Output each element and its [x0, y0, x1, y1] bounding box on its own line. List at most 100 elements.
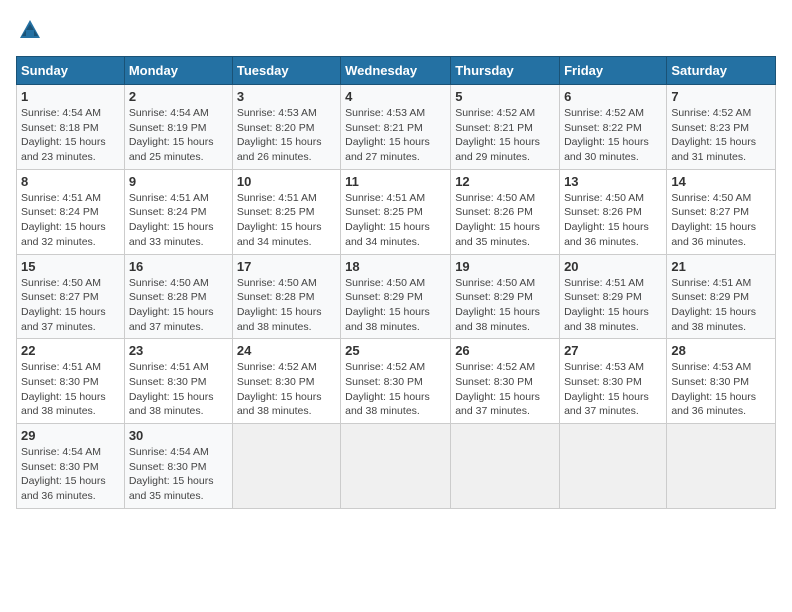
day-info: Sunrise: 4:51 AMSunset: 8:29 PMDaylight:…	[671, 276, 771, 335]
day-number: 6	[564, 89, 662, 104]
day-number: 3	[237, 89, 336, 104]
day-info: Sunrise: 4:54 AMSunset: 8:19 PMDaylight:…	[129, 106, 228, 165]
calendar-cell	[560, 424, 667, 509]
calendar-table: SundayMondayTuesdayWednesdayThursdayFrid…	[16, 56, 776, 509]
calendar-cell: 8 Sunrise: 4:51 AMSunset: 8:24 PMDayligh…	[17, 169, 125, 254]
weekday-header-wednesday: Wednesday	[341, 57, 451, 85]
calendar-cell: 29 Sunrise: 4:54 AMSunset: 8:30 PMDaylig…	[17, 424, 125, 509]
calendar-cell: 24 Sunrise: 4:52 AMSunset: 8:30 PMDaylig…	[232, 339, 340, 424]
calendar-cell	[667, 424, 776, 509]
day-number: 12	[455, 174, 555, 189]
calendar-cell: 28 Sunrise: 4:53 AMSunset: 8:30 PMDaylig…	[667, 339, 776, 424]
calendar-cell: 12 Sunrise: 4:50 AMSunset: 8:26 PMDaylig…	[451, 169, 560, 254]
calendar-cell: 16 Sunrise: 4:50 AMSunset: 8:28 PMDaylig…	[124, 254, 232, 339]
day-info: Sunrise: 4:54 AMSunset: 8:30 PMDaylight:…	[21, 445, 120, 504]
weekday-header-saturday: Saturday	[667, 57, 776, 85]
calendar-cell: 10 Sunrise: 4:51 AMSunset: 8:25 PMDaylig…	[232, 169, 340, 254]
day-number: 14	[671, 174, 771, 189]
day-info: Sunrise: 4:53 AMSunset: 8:30 PMDaylight:…	[671, 360, 771, 419]
calendar-cell: 5 Sunrise: 4:52 AMSunset: 8:21 PMDayligh…	[451, 85, 560, 170]
day-number: 19	[455, 259, 555, 274]
calendar-cell: 18 Sunrise: 4:50 AMSunset: 8:29 PMDaylig…	[341, 254, 451, 339]
calendar-cell	[341, 424, 451, 509]
day-number: 26	[455, 343, 555, 358]
calendar-cell	[451, 424, 560, 509]
day-number: 30	[129, 428, 228, 443]
calendar-header-row: SundayMondayTuesdayWednesdayThursdayFrid…	[17, 57, 776, 85]
calendar-cell	[232, 424, 340, 509]
page-header	[16, 16, 776, 44]
day-info: Sunrise: 4:52 AMSunset: 8:30 PMDaylight:…	[455, 360, 555, 419]
day-number: 25	[345, 343, 446, 358]
day-info: Sunrise: 4:53 AMSunset: 8:21 PMDaylight:…	[345, 106, 446, 165]
day-info: Sunrise: 4:52 AMSunset: 8:30 PMDaylight:…	[345, 360, 446, 419]
day-number: 23	[129, 343, 228, 358]
day-info: Sunrise: 4:51 AMSunset: 8:24 PMDaylight:…	[21, 191, 120, 250]
day-info: Sunrise: 4:51 AMSunset: 8:24 PMDaylight:…	[129, 191, 228, 250]
day-info: Sunrise: 4:53 AMSunset: 8:20 PMDaylight:…	[237, 106, 336, 165]
day-info: Sunrise: 4:52 AMSunset: 8:23 PMDaylight:…	[671, 106, 771, 165]
calendar-cell: 3 Sunrise: 4:53 AMSunset: 8:20 PMDayligh…	[232, 85, 340, 170]
calendar-week-row: 1 Sunrise: 4:54 AMSunset: 8:18 PMDayligh…	[17, 85, 776, 170]
day-info: Sunrise: 4:50 AMSunset: 8:29 PMDaylight:…	[455, 276, 555, 335]
day-number: 7	[671, 89, 771, 104]
day-info: Sunrise: 4:54 AMSunset: 8:18 PMDaylight:…	[21, 106, 120, 165]
day-info: Sunrise: 4:54 AMSunset: 8:30 PMDaylight:…	[129, 445, 228, 504]
weekday-header-monday: Monday	[124, 57, 232, 85]
day-info: Sunrise: 4:50 AMSunset: 8:28 PMDaylight:…	[129, 276, 228, 335]
calendar-cell: 9 Sunrise: 4:51 AMSunset: 8:24 PMDayligh…	[124, 169, 232, 254]
logo-icon	[16, 16, 44, 44]
day-number: 21	[671, 259, 771, 274]
day-info: Sunrise: 4:52 AMSunset: 8:30 PMDaylight:…	[237, 360, 336, 419]
calendar-week-row: 8 Sunrise: 4:51 AMSunset: 8:24 PMDayligh…	[17, 169, 776, 254]
day-number: 16	[129, 259, 228, 274]
day-info: Sunrise: 4:51 AMSunset: 8:29 PMDaylight:…	[564, 276, 662, 335]
calendar-cell: 4 Sunrise: 4:53 AMSunset: 8:21 PMDayligh…	[341, 85, 451, 170]
day-number: 29	[21, 428, 120, 443]
calendar-cell: 19 Sunrise: 4:50 AMSunset: 8:29 PMDaylig…	[451, 254, 560, 339]
calendar-cell: 25 Sunrise: 4:52 AMSunset: 8:30 PMDaylig…	[341, 339, 451, 424]
calendar-cell: 30 Sunrise: 4:54 AMSunset: 8:30 PMDaylig…	[124, 424, 232, 509]
day-number: 10	[237, 174, 336, 189]
weekday-header-tuesday: Tuesday	[232, 57, 340, 85]
day-info: Sunrise: 4:51 AMSunset: 8:25 PMDaylight:…	[237, 191, 336, 250]
calendar-cell: 1 Sunrise: 4:54 AMSunset: 8:18 PMDayligh…	[17, 85, 125, 170]
calendar-week-row: 22 Sunrise: 4:51 AMSunset: 8:30 PMDaylig…	[17, 339, 776, 424]
day-number: 17	[237, 259, 336, 274]
day-number: 18	[345, 259, 446, 274]
day-number: 1	[21, 89, 120, 104]
logo	[16, 16, 48, 44]
calendar-cell: 27 Sunrise: 4:53 AMSunset: 8:30 PMDaylig…	[560, 339, 667, 424]
day-number: 15	[21, 259, 120, 274]
day-info: Sunrise: 4:53 AMSunset: 8:30 PMDaylight:…	[564, 360, 662, 419]
weekday-header-friday: Friday	[560, 57, 667, 85]
day-info: Sunrise: 4:52 AMSunset: 8:22 PMDaylight:…	[564, 106, 662, 165]
day-info: Sunrise: 4:52 AMSunset: 8:21 PMDaylight:…	[455, 106, 555, 165]
calendar-week-row: 15 Sunrise: 4:50 AMSunset: 8:27 PMDaylig…	[17, 254, 776, 339]
calendar-cell: 11 Sunrise: 4:51 AMSunset: 8:25 PMDaylig…	[341, 169, 451, 254]
day-info: Sunrise: 4:50 AMSunset: 8:27 PMDaylight:…	[21, 276, 120, 335]
day-number: 27	[564, 343, 662, 358]
calendar-cell: 17 Sunrise: 4:50 AMSunset: 8:28 PMDaylig…	[232, 254, 340, 339]
day-info: Sunrise: 4:50 AMSunset: 8:26 PMDaylight:…	[564, 191, 662, 250]
day-number: 5	[455, 89, 555, 104]
day-number: 9	[129, 174, 228, 189]
day-number: 22	[21, 343, 120, 358]
day-info: Sunrise: 4:51 AMSunset: 8:25 PMDaylight:…	[345, 191, 446, 250]
day-info: Sunrise: 4:50 AMSunset: 8:29 PMDaylight:…	[345, 276, 446, 335]
day-number: 20	[564, 259, 662, 274]
day-number: 4	[345, 89, 446, 104]
day-number: 8	[21, 174, 120, 189]
calendar-week-row: 29 Sunrise: 4:54 AMSunset: 8:30 PMDaylig…	[17, 424, 776, 509]
day-number: 11	[345, 174, 446, 189]
calendar-cell: 6 Sunrise: 4:52 AMSunset: 8:22 PMDayligh…	[560, 85, 667, 170]
calendar-cell: 2 Sunrise: 4:54 AMSunset: 8:19 PMDayligh…	[124, 85, 232, 170]
calendar-cell: 7 Sunrise: 4:52 AMSunset: 8:23 PMDayligh…	[667, 85, 776, 170]
calendar-cell: 14 Sunrise: 4:50 AMSunset: 8:27 PMDaylig…	[667, 169, 776, 254]
calendar-cell: 20 Sunrise: 4:51 AMSunset: 8:29 PMDaylig…	[560, 254, 667, 339]
weekday-header-sunday: Sunday	[17, 57, 125, 85]
day-number: 2	[129, 89, 228, 104]
calendar-cell: 22 Sunrise: 4:51 AMSunset: 8:30 PMDaylig…	[17, 339, 125, 424]
day-info: Sunrise: 4:51 AMSunset: 8:30 PMDaylight:…	[21, 360, 120, 419]
calendar-cell: 15 Sunrise: 4:50 AMSunset: 8:27 PMDaylig…	[17, 254, 125, 339]
